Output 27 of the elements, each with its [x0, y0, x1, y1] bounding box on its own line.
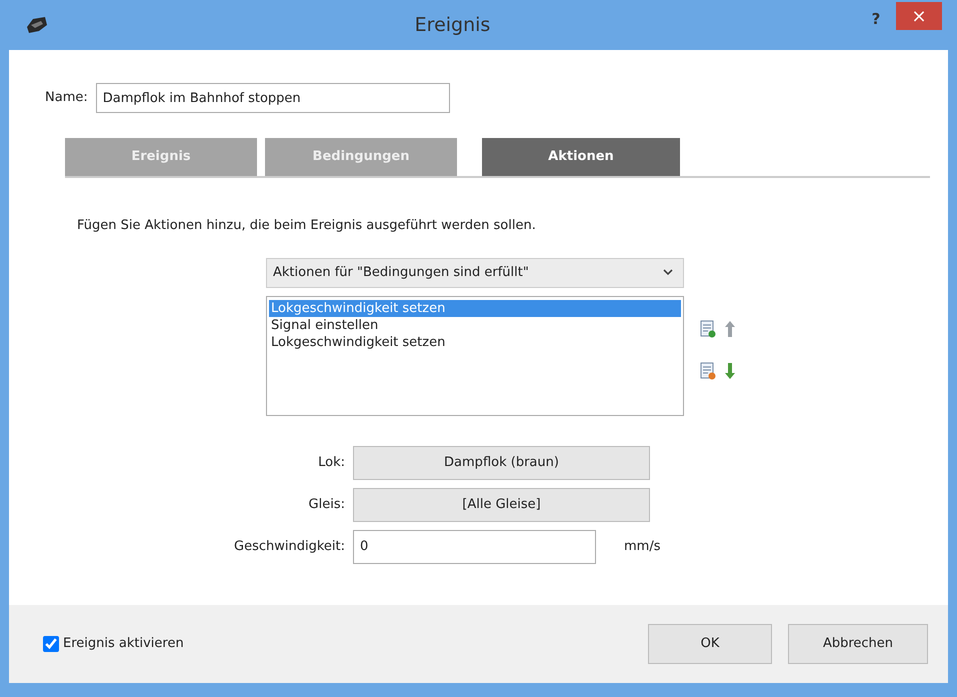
- select-button[interactable]: Dampflok (braun): [353, 446, 650, 480]
- speed-field[interactable]: 0: [353, 530, 596, 564]
- close-button[interactable]: ×: [896, 2, 942, 30]
- chevron-icon: [663, 269, 673, 276]
- list-item[interactable]: Lokgeschwindigkeit setzen: [269, 334, 681, 350]
- help-button[interactable]: ?: [856, 4, 896, 34]
- add-icon[interactable]: [700, 320, 716, 338]
- list-item[interactable]: Signal einstellen: [269, 316, 681, 334]
- window-title: Ereignis: [414, 12, 492, 38]
- cancel-button[interactable]: Abbrechen: [788, 624, 928, 664]
- tab[interactable]: Aktionen: [482, 138, 680, 176]
- app-icon: [25, 15, 49, 35]
- field-label: Geschwindigkeit:: [233, 538, 346, 556]
- checkbox-label: Ereignis aktivieren: [63, 635, 184, 654]
- ok-button[interactable]: OK: [648, 624, 772, 664]
- action-dropdown[interactable]: Aktionen für "Bedingungen sind erfüllt": [266, 258, 684, 288]
- select-button[interactable]: [Alle Gleise]: [353, 488, 650, 522]
- name-field[interactable]: Dampflok im Bahnhof stoppen: [96, 83, 450, 113]
- field-label: Gleis:: [308, 496, 346, 514]
- unit-label: mm/s: [624, 538, 660, 556]
- down-arrow-icon[interactable]: [724, 362, 736, 380]
- field-label: Lok:: [317, 454, 346, 472]
- up-arrow-icon[interactable]: [724, 320, 736, 338]
- enable-checkbox[interactable]: [43, 636, 59, 652]
- description-text: Fügen Sie Aktionen hinzu, die beim Ereignis ausgeführt werden sollen.: [77, 217, 537, 235]
- name-label: Name:: [45, 89, 88, 108]
- remove-icon[interactable]: [700, 362, 716, 380]
